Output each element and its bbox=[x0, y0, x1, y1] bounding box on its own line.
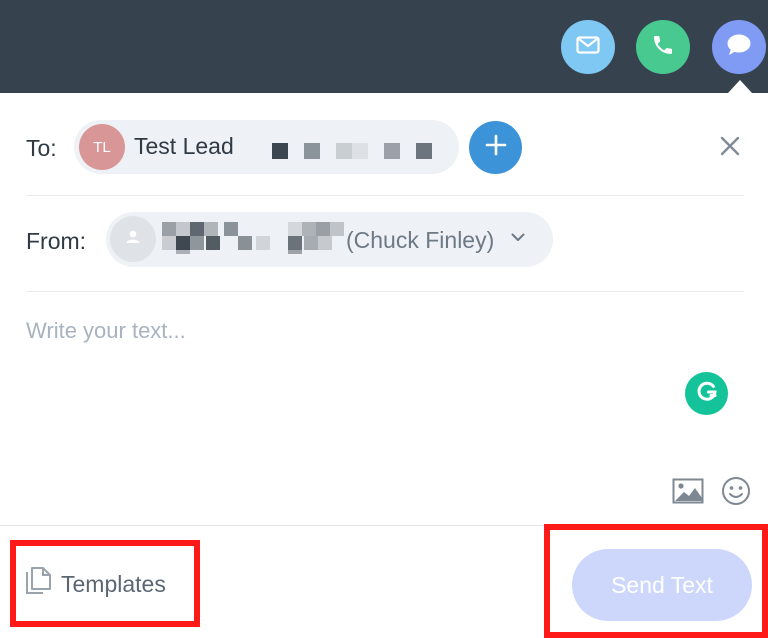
templates-button[interactable]: Templates bbox=[25, 563, 166, 605]
sender-avatar bbox=[110, 216, 156, 262]
text-channel-button[interactable] bbox=[712, 20, 766, 74]
row-divider bbox=[26, 291, 744, 292]
message-textarea[interactable] bbox=[26, 318, 666, 468]
sender-dropdown-toggle[interactable] bbox=[508, 228, 528, 248]
close-icon bbox=[720, 136, 740, 161]
insert-emoji-button[interactable] bbox=[720, 476, 752, 511]
add-recipient-button[interactable] bbox=[469, 121, 522, 174]
close-button[interactable] bbox=[716, 134, 744, 162]
person-icon bbox=[123, 227, 143, 252]
recipient-name: Test Lead bbox=[134, 133, 234, 159]
grammarly-icon bbox=[694, 378, 720, 409]
insert-image-button[interactable] bbox=[671, 478, 705, 508]
recipient-initials: TL bbox=[93, 138, 111, 156]
sender-name: (Chuck Finley) bbox=[346, 227, 495, 253]
phone-icon bbox=[651, 33, 675, 62]
email-channel-button[interactable] bbox=[561, 20, 615, 74]
recipient-chip[interactable] bbox=[74, 120, 459, 174]
send-text-button[interactable]: Send Text bbox=[572, 549, 752, 621]
image-icon bbox=[672, 478, 704, 509]
plus-icon bbox=[485, 134, 507, 161]
smiley-icon bbox=[721, 476, 751, 511]
selected-channel-caret bbox=[728, 80, 752, 93]
templates-label: Templates bbox=[61, 570, 166, 597]
to-label: To: bbox=[26, 135, 57, 161]
chat-bubble-icon bbox=[726, 33, 752, 62]
envelope-icon bbox=[576, 35, 600, 59]
call-channel-button[interactable] bbox=[636, 20, 690, 74]
chevron-down-icon bbox=[511, 229, 525, 247]
from-label: From: bbox=[26, 228, 87, 254]
row-divider bbox=[26, 195, 744, 196]
recipient-avatar: TL bbox=[79, 124, 125, 170]
document-copy-icon bbox=[25, 566, 53, 603]
grammarly-button[interactable] bbox=[685, 372, 728, 415]
